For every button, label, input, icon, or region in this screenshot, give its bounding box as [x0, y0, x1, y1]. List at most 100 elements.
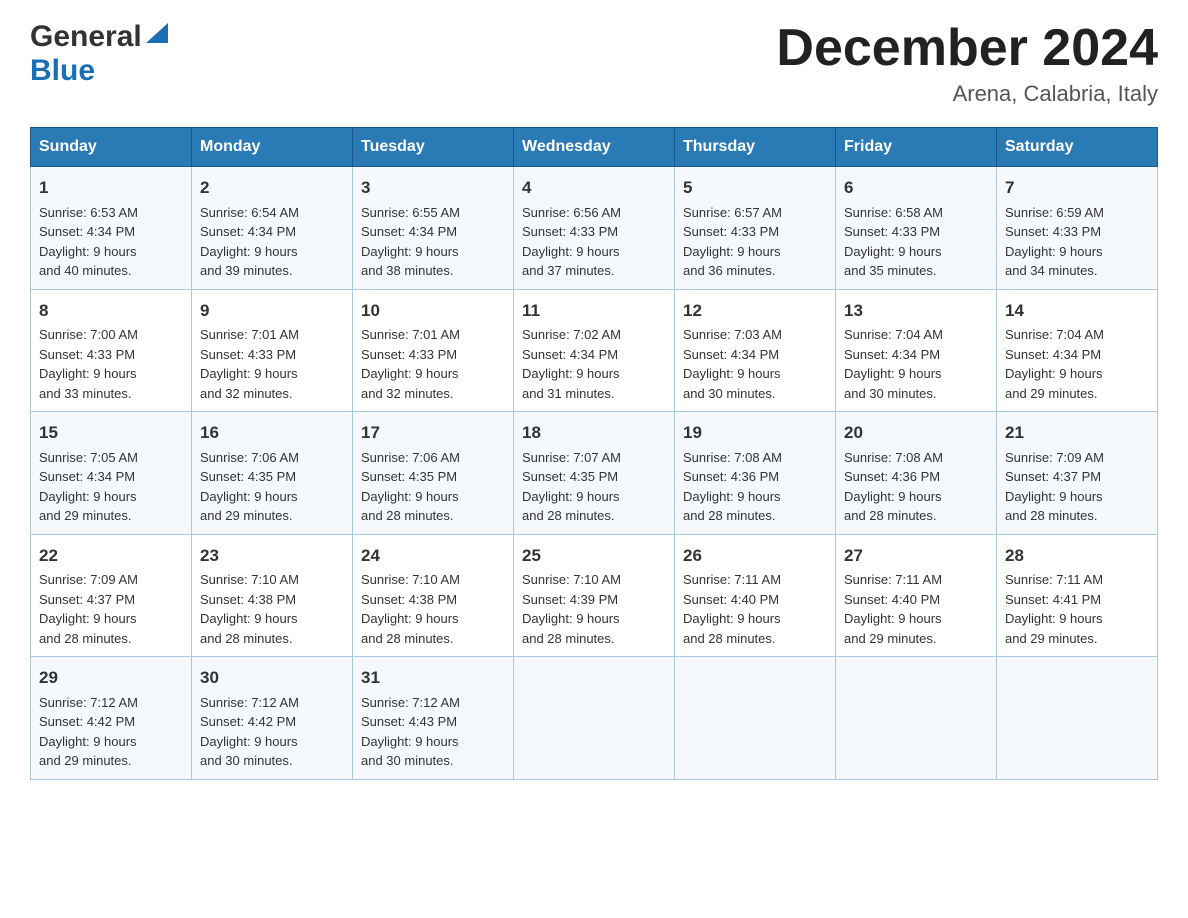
day-number: 7	[1005, 175, 1149, 201]
day-number: 31	[361, 665, 505, 691]
day-cell	[675, 657, 836, 780]
day-cell: 17Sunrise: 7:06 AM Sunset: 4:35 PM Dayli…	[353, 412, 514, 535]
day-cell: 18Sunrise: 7:07 AM Sunset: 4:35 PM Dayli…	[514, 412, 675, 535]
day-number: 24	[361, 543, 505, 569]
day-cell: 31Sunrise: 7:12 AM Sunset: 4:43 PM Dayli…	[353, 657, 514, 780]
day-info: Sunrise: 7:04 AM Sunset: 4:34 PM Dayligh…	[844, 325, 988, 403]
day-number: 11	[522, 298, 666, 324]
day-info: Sunrise: 7:06 AM Sunset: 4:35 PM Dayligh…	[200, 448, 344, 526]
day-info: Sunrise: 7:10 AM Sunset: 4:39 PM Dayligh…	[522, 570, 666, 648]
day-cell: 10Sunrise: 7:01 AM Sunset: 4:33 PM Dayli…	[353, 289, 514, 412]
day-number: 30	[200, 665, 344, 691]
day-cell: 6Sunrise: 6:58 AM Sunset: 4:33 PM Daylig…	[836, 167, 997, 290]
day-cell: 11Sunrise: 7:02 AM Sunset: 4:34 PM Dayli…	[514, 289, 675, 412]
day-info: Sunrise: 6:54 AM Sunset: 4:34 PM Dayligh…	[200, 203, 344, 281]
day-info: Sunrise: 6:53 AM Sunset: 4:34 PM Dayligh…	[39, 203, 183, 281]
day-number: 29	[39, 665, 183, 691]
day-cell: 3Sunrise: 6:55 AM Sunset: 4:34 PM Daylig…	[353, 167, 514, 290]
day-info: Sunrise: 7:02 AM Sunset: 4:34 PM Dayligh…	[522, 325, 666, 403]
day-cell: 25Sunrise: 7:10 AM Sunset: 4:39 PM Dayli…	[514, 534, 675, 657]
day-info: Sunrise: 7:08 AM Sunset: 4:36 PM Dayligh…	[683, 448, 827, 526]
title-section: December 2024 Arena, Calabria, Italy	[776, 20, 1158, 107]
day-cell: 30Sunrise: 7:12 AM Sunset: 4:42 PM Dayli…	[192, 657, 353, 780]
day-number: 27	[844, 543, 988, 569]
day-info: Sunrise: 7:01 AM Sunset: 4:33 PM Dayligh…	[361, 325, 505, 403]
day-info: Sunrise: 7:11 AM Sunset: 4:40 PM Dayligh…	[844, 570, 988, 648]
day-number: 6	[844, 175, 988, 201]
day-number: 14	[1005, 298, 1149, 324]
day-info: Sunrise: 7:11 AM Sunset: 4:40 PM Dayligh…	[683, 570, 827, 648]
day-cell: 22Sunrise: 7:09 AM Sunset: 4:37 PM Dayli…	[31, 534, 192, 657]
logo-general-text: General	[30, 20, 142, 54]
day-cell: 19Sunrise: 7:08 AM Sunset: 4:36 PM Dayli…	[675, 412, 836, 535]
week-row-1: 1Sunrise: 6:53 AM Sunset: 4:34 PM Daylig…	[31, 167, 1158, 290]
month-title: December 2024	[776, 20, 1158, 77]
week-row-5: 29Sunrise: 7:12 AM Sunset: 4:42 PM Dayli…	[31, 657, 1158, 780]
day-info: Sunrise: 7:10 AM Sunset: 4:38 PM Dayligh…	[361, 570, 505, 648]
logo: General Blue	[30, 20, 168, 88]
day-number: 19	[683, 420, 827, 446]
day-cell: 5Sunrise: 6:57 AM Sunset: 4:33 PM Daylig…	[675, 167, 836, 290]
day-number: 26	[683, 543, 827, 569]
day-info: Sunrise: 7:10 AM Sunset: 4:38 PM Dayligh…	[200, 570, 344, 648]
day-info: Sunrise: 7:01 AM Sunset: 4:33 PM Dayligh…	[200, 325, 344, 403]
day-info: Sunrise: 7:06 AM Sunset: 4:35 PM Dayligh…	[361, 448, 505, 526]
day-cell: 24Sunrise: 7:10 AM Sunset: 4:38 PM Dayli…	[353, 534, 514, 657]
day-number: 16	[200, 420, 344, 446]
day-cell: 16Sunrise: 7:06 AM Sunset: 4:35 PM Dayli…	[192, 412, 353, 535]
day-info: Sunrise: 6:55 AM Sunset: 4:34 PM Dayligh…	[361, 203, 505, 281]
day-number: 18	[522, 420, 666, 446]
day-info: Sunrise: 7:05 AM Sunset: 4:34 PM Dayligh…	[39, 448, 183, 526]
day-number: 17	[361, 420, 505, 446]
day-cell	[997, 657, 1158, 780]
header-cell-monday: Monday	[192, 128, 353, 167]
day-number: 23	[200, 543, 344, 569]
calendar-table: SundayMondayTuesdayWednesdayThursdayFrid…	[30, 127, 1158, 780]
day-info: Sunrise: 7:07 AM Sunset: 4:35 PM Dayligh…	[522, 448, 666, 526]
day-cell: 21Sunrise: 7:09 AM Sunset: 4:37 PM Dayli…	[997, 412, 1158, 535]
week-row-3: 15Sunrise: 7:05 AM Sunset: 4:34 PM Dayli…	[31, 412, 1158, 535]
day-info: Sunrise: 6:58 AM Sunset: 4:33 PM Dayligh…	[844, 203, 988, 281]
day-info: Sunrise: 7:12 AM Sunset: 4:42 PM Dayligh…	[39, 693, 183, 771]
day-cell: 7Sunrise: 6:59 AM Sunset: 4:33 PM Daylig…	[997, 167, 1158, 290]
day-info: Sunrise: 7:04 AM Sunset: 4:34 PM Dayligh…	[1005, 325, 1149, 403]
week-row-2: 8Sunrise: 7:00 AM Sunset: 4:33 PM Daylig…	[31, 289, 1158, 412]
day-info: Sunrise: 7:11 AM Sunset: 4:41 PM Dayligh…	[1005, 570, 1149, 648]
day-number: 22	[39, 543, 183, 569]
day-cell: 2Sunrise: 6:54 AM Sunset: 4:34 PM Daylig…	[192, 167, 353, 290]
day-info: Sunrise: 7:12 AM Sunset: 4:43 PM Dayligh…	[361, 693, 505, 771]
header-cell-wednesday: Wednesday	[514, 128, 675, 167]
day-cell: 23Sunrise: 7:10 AM Sunset: 4:38 PM Dayli…	[192, 534, 353, 657]
day-cell: 12Sunrise: 7:03 AM Sunset: 4:34 PM Dayli…	[675, 289, 836, 412]
logo-blue-text: Blue	[30, 54, 95, 88]
day-number: 2	[200, 175, 344, 201]
day-number: 8	[39, 298, 183, 324]
day-info: Sunrise: 7:12 AM Sunset: 4:42 PM Dayligh…	[200, 693, 344, 771]
day-info: Sunrise: 7:00 AM Sunset: 4:33 PM Dayligh…	[39, 325, 183, 403]
day-cell: 15Sunrise: 7:05 AM Sunset: 4:34 PM Dayli…	[31, 412, 192, 535]
day-cell	[836, 657, 997, 780]
day-cell: 4Sunrise: 6:56 AM Sunset: 4:33 PM Daylig…	[514, 167, 675, 290]
header-row: SundayMondayTuesdayWednesdayThursdayFrid…	[31, 128, 1158, 167]
day-number: 21	[1005, 420, 1149, 446]
day-cell: 1Sunrise: 6:53 AM Sunset: 4:34 PM Daylig…	[31, 167, 192, 290]
logo-arrow-icon	[146, 23, 168, 48]
day-info: Sunrise: 7:09 AM Sunset: 4:37 PM Dayligh…	[39, 570, 183, 648]
header-cell-friday: Friday	[836, 128, 997, 167]
day-cell: 20Sunrise: 7:08 AM Sunset: 4:36 PM Dayli…	[836, 412, 997, 535]
day-cell	[514, 657, 675, 780]
day-cell: 13Sunrise: 7:04 AM Sunset: 4:34 PM Dayli…	[836, 289, 997, 412]
day-cell: 9Sunrise: 7:01 AM Sunset: 4:33 PM Daylig…	[192, 289, 353, 412]
header-cell-saturday: Saturday	[997, 128, 1158, 167]
header-cell-thursday: Thursday	[675, 128, 836, 167]
page-header: General Blue December 2024 Arena, Calabr…	[30, 20, 1158, 107]
day-info: Sunrise: 7:09 AM Sunset: 4:37 PM Dayligh…	[1005, 448, 1149, 526]
day-number: 3	[361, 175, 505, 201]
day-cell: 28Sunrise: 7:11 AM Sunset: 4:41 PM Dayli…	[997, 534, 1158, 657]
header-cell-sunday: Sunday	[31, 128, 192, 167]
day-info: Sunrise: 6:56 AM Sunset: 4:33 PM Dayligh…	[522, 203, 666, 281]
week-row-4: 22Sunrise: 7:09 AM Sunset: 4:37 PM Dayli…	[31, 534, 1158, 657]
day-info: Sunrise: 7:08 AM Sunset: 4:36 PM Dayligh…	[844, 448, 988, 526]
day-info: Sunrise: 6:59 AM Sunset: 4:33 PM Dayligh…	[1005, 203, 1149, 281]
day-cell: 29Sunrise: 7:12 AM Sunset: 4:42 PM Dayli…	[31, 657, 192, 780]
